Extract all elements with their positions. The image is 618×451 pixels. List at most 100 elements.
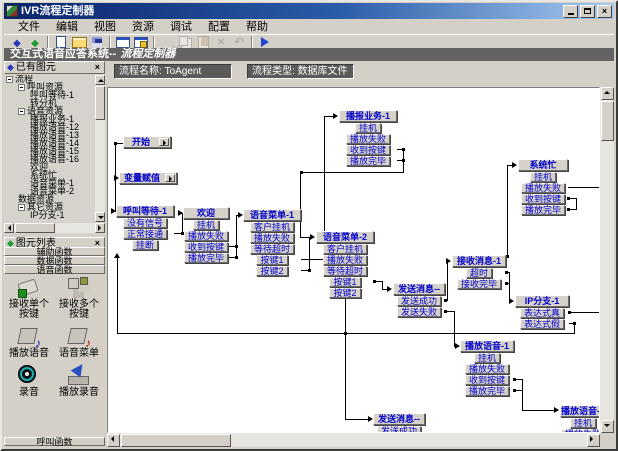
tree-hscroll-thumb[interactable] <box>15 223 55 233</box>
tree-expander-icon[interactable] <box>18 108 25 115</box>
tool-hand[interactable]: 接收单个按键 <box>4 275 54 320</box>
node-event[interactable]: 按键2 <box>329 288 360 298</box>
paste-button[interactable] <box>194 35 212 49</box>
node-event[interactable]: 收到按键 <box>184 242 228 252</box>
back-button[interactable] <box>8 35 26 49</box>
node-event[interactable]: 播放失败 <box>521 183 565 193</box>
tree-item[interactable]: IP分支-1 <box>4 211 94 219</box>
tool-keys[interactable]: 接收多个按键 <box>54 275 104 320</box>
flow-canvas[interactable]: 开始变量赋值呼叫等待-1没有信号正常接通挂断欢迎挂机播放失败收到按键播放完毕语音… <box>107 87 600 433</box>
node-event[interactable]: 播放失败 <box>465 364 509 374</box>
node-event[interactable]: 收到按键 <box>465 375 509 385</box>
run-button[interactable] <box>256 35 274 49</box>
node-event[interactable]: 播放失败 <box>250 233 294 243</box>
node-event[interactable]: 播放完毕 <box>346 156 390 166</box>
node-event[interactable]: 表达式假 <box>520 319 564 329</box>
node-event[interactable]: 挂机 <box>193 220 219 230</box>
canvas-hscroll-thumb[interactable] <box>121 434 231 447</box>
canvas-horizontal-scrollbar[interactable] <box>107 433 600 447</box>
cut-button[interactable] <box>158 35 176 49</box>
node-title[interactable]: 系统忙 <box>518 159 568 171</box>
node-event[interactable]: 超时 <box>466 268 492 278</box>
close-existing-elements-button[interactable]: × <box>93 63 102 72</box>
open-file-button[interactable] <box>70 35 88 49</box>
node-title[interactable]: 欢迎 <box>183 207 229 219</box>
import-flow-button[interactable] <box>114 35 132 49</box>
node-event[interactable]: 发送成功 <box>397 296 441 306</box>
tool-vmenu[interactable]: 语音菜单 <box>54 324 104 359</box>
tree-expander-icon[interactable] <box>18 84 25 91</box>
menu-item[interactable]: 视图 <box>86 21 124 34</box>
node-event[interactable]: 正常接通 <box>123 229 167 239</box>
tool-pvoice[interactable]: 播放语音 <box>4 324 54 359</box>
copy-button[interactable] <box>176 35 194 49</box>
flow-node-send-msg-2[interactable]: 发送消息--发送成功发送失败 <box>373 413 425 433</box>
title-bar[interactable]: IVR流程定制器 × <box>4 3 614 19</box>
node-event[interactable]: 播放失败 <box>184 231 228 241</box>
node-title[interactable]: 接收消息-1 <box>452 255 506 267</box>
node-title[interactable]: 发送消息-- <box>393 283 445 295</box>
tree-scroll-up-button[interactable] <box>95 75 105 85</box>
node-event[interactable]: 收到按键 <box>521 194 565 204</box>
node-event[interactable]: 发送失败 <box>397 307 441 317</box>
new-file-button[interactable] <box>52 35 70 49</box>
node-title[interactable]: 发送消息-- <box>373 413 425 425</box>
node-title[interactable]: 播放语音-1 <box>560 405 600 417</box>
export-flow-button[interactable] <box>132 35 150 49</box>
tree-expander-icon[interactable] <box>6 76 13 83</box>
tool-record[interactable]: 录音 <box>4 363 54 398</box>
flow-node-voice-menu-1[interactable]: 语音菜单-1客户挂机播放失败等待超时按键1按键2 <box>243 209 301 276</box>
menu-item[interactable]: 配置 <box>200 21 238 34</box>
delete-button[interactable] <box>212 35 230 49</box>
node-title[interactable]: 语音菜单-2 <box>316 231 374 243</box>
close-button[interactable]: × <box>597 5 612 18</box>
node-title[interactable]: 呼叫等待-1 <box>116 205 174 217</box>
tree-scroll-right-button[interactable] <box>95 223 105 233</box>
node-event[interactable]: 播放失败 <box>346 134 390 144</box>
minimize-button[interactable] <box>563 5 578 18</box>
category-helper-functions[interactable]: 辅助函数 <box>4 247 105 256</box>
flow-node-broadcast-1[interactable]: 播报业务-1挂机播放失败收到按键播放完毕 <box>339 110 397 166</box>
save-button[interactable] <box>88 35 106 49</box>
tree-expander-icon[interactable] <box>18 204 25 211</box>
flow-node-ip-branch-1[interactable]: IP分支-1表达式真表达式假 <box>515 295 569 329</box>
flow-node-recv-msg-1[interactable]: 接收消息-1超时接收完毕 <box>452 255 506 289</box>
flow-node-start[interactable]: 开始 <box>123 136 171 148</box>
flow-node-assign[interactable]: 变量赋值 <box>119 172 177 184</box>
node-title[interactable]: IP分支-1 <box>515 295 569 307</box>
node-event[interactable]: 按键1 <box>256 255 287 265</box>
tool-precord[interactable]: 播放录音 <box>54 363 104 398</box>
node-event[interactable]: 接收完毕 <box>457 279 501 289</box>
tree-scroll-left-button[interactable] <box>4 223 14 233</box>
flow-node-system-busy[interactable]: 系统忙挂机播放失败收到按键播放完毕 <box>518 159 568 215</box>
menu-item[interactable]: 文件 <box>10 21 48 34</box>
node-event[interactable]: 没有信号 <box>123 218 167 228</box>
node-title[interactable]: 开始 <box>123 136 171 148</box>
flow-node-voice-menu-2[interactable]: 语音菜单-2客户挂机播放失败等待超时按键1按键2 <box>316 231 374 298</box>
flow-node-play-voice-2[interactable]: 播放语音-1挂机播放失败 <box>560 405 600 433</box>
undo-button[interactable] <box>230 35 248 49</box>
category-data-functions[interactable]: 数据函数 <box>4 256 105 265</box>
tree-horizontal-scrollbar[interactable] <box>4 223 105 233</box>
node-event[interactable]: 按键1 <box>329 277 360 287</box>
node-title[interactable]: 语音菜单-1 <box>243 209 301 221</box>
category-call-functions[interactable]: 呼叫函数 <box>4 437 105 446</box>
canvas-scroll-right-button[interactable] <box>587 434 600 447</box>
node-event[interactable]: 按键2 <box>256 266 287 276</box>
canvas-vscroll-thumb[interactable] <box>601 101 614 141</box>
node-event[interactable]: 播放完毕 <box>184 253 228 263</box>
category-voice-functions[interactable]: 语音函数 <box>4 265 105 274</box>
node-title[interactable]: 变量赋值 <box>119 172 177 184</box>
node-event[interactable]: 挂机 <box>570 418 596 428</box>
node-event[interactable]: 播放完毕 <box>521 205 565 215</box>
node-event[interactable]: 等待超时 <box>323 266 367 276</box>
node-event[interactable]: 播放完毕 <box>465 386 509 396</box>
canvas-scroll-up-button[interactable] <box>601 87 614 100</box>
menu-item[interactable]: 编辑 <box>48 21 86 34</box>
canvas-scroll-down-button[interactable] <box>601 420 614 433</box>
node-expand-button[interactable] <box>159 138 169 146</box>
node-event[interactable]: 播放失败 <box>323 255 367 265</box>
menu-item[interactable]: 资源 <box>124 21 162 34</box>
flow-node-play-voice-1[interactable]: 播放语音-1挂机播放失败收到按键播放完毕 <box>460 340 514 396</box>
forward-button[interactable] <box>26 35 44 49</box>
